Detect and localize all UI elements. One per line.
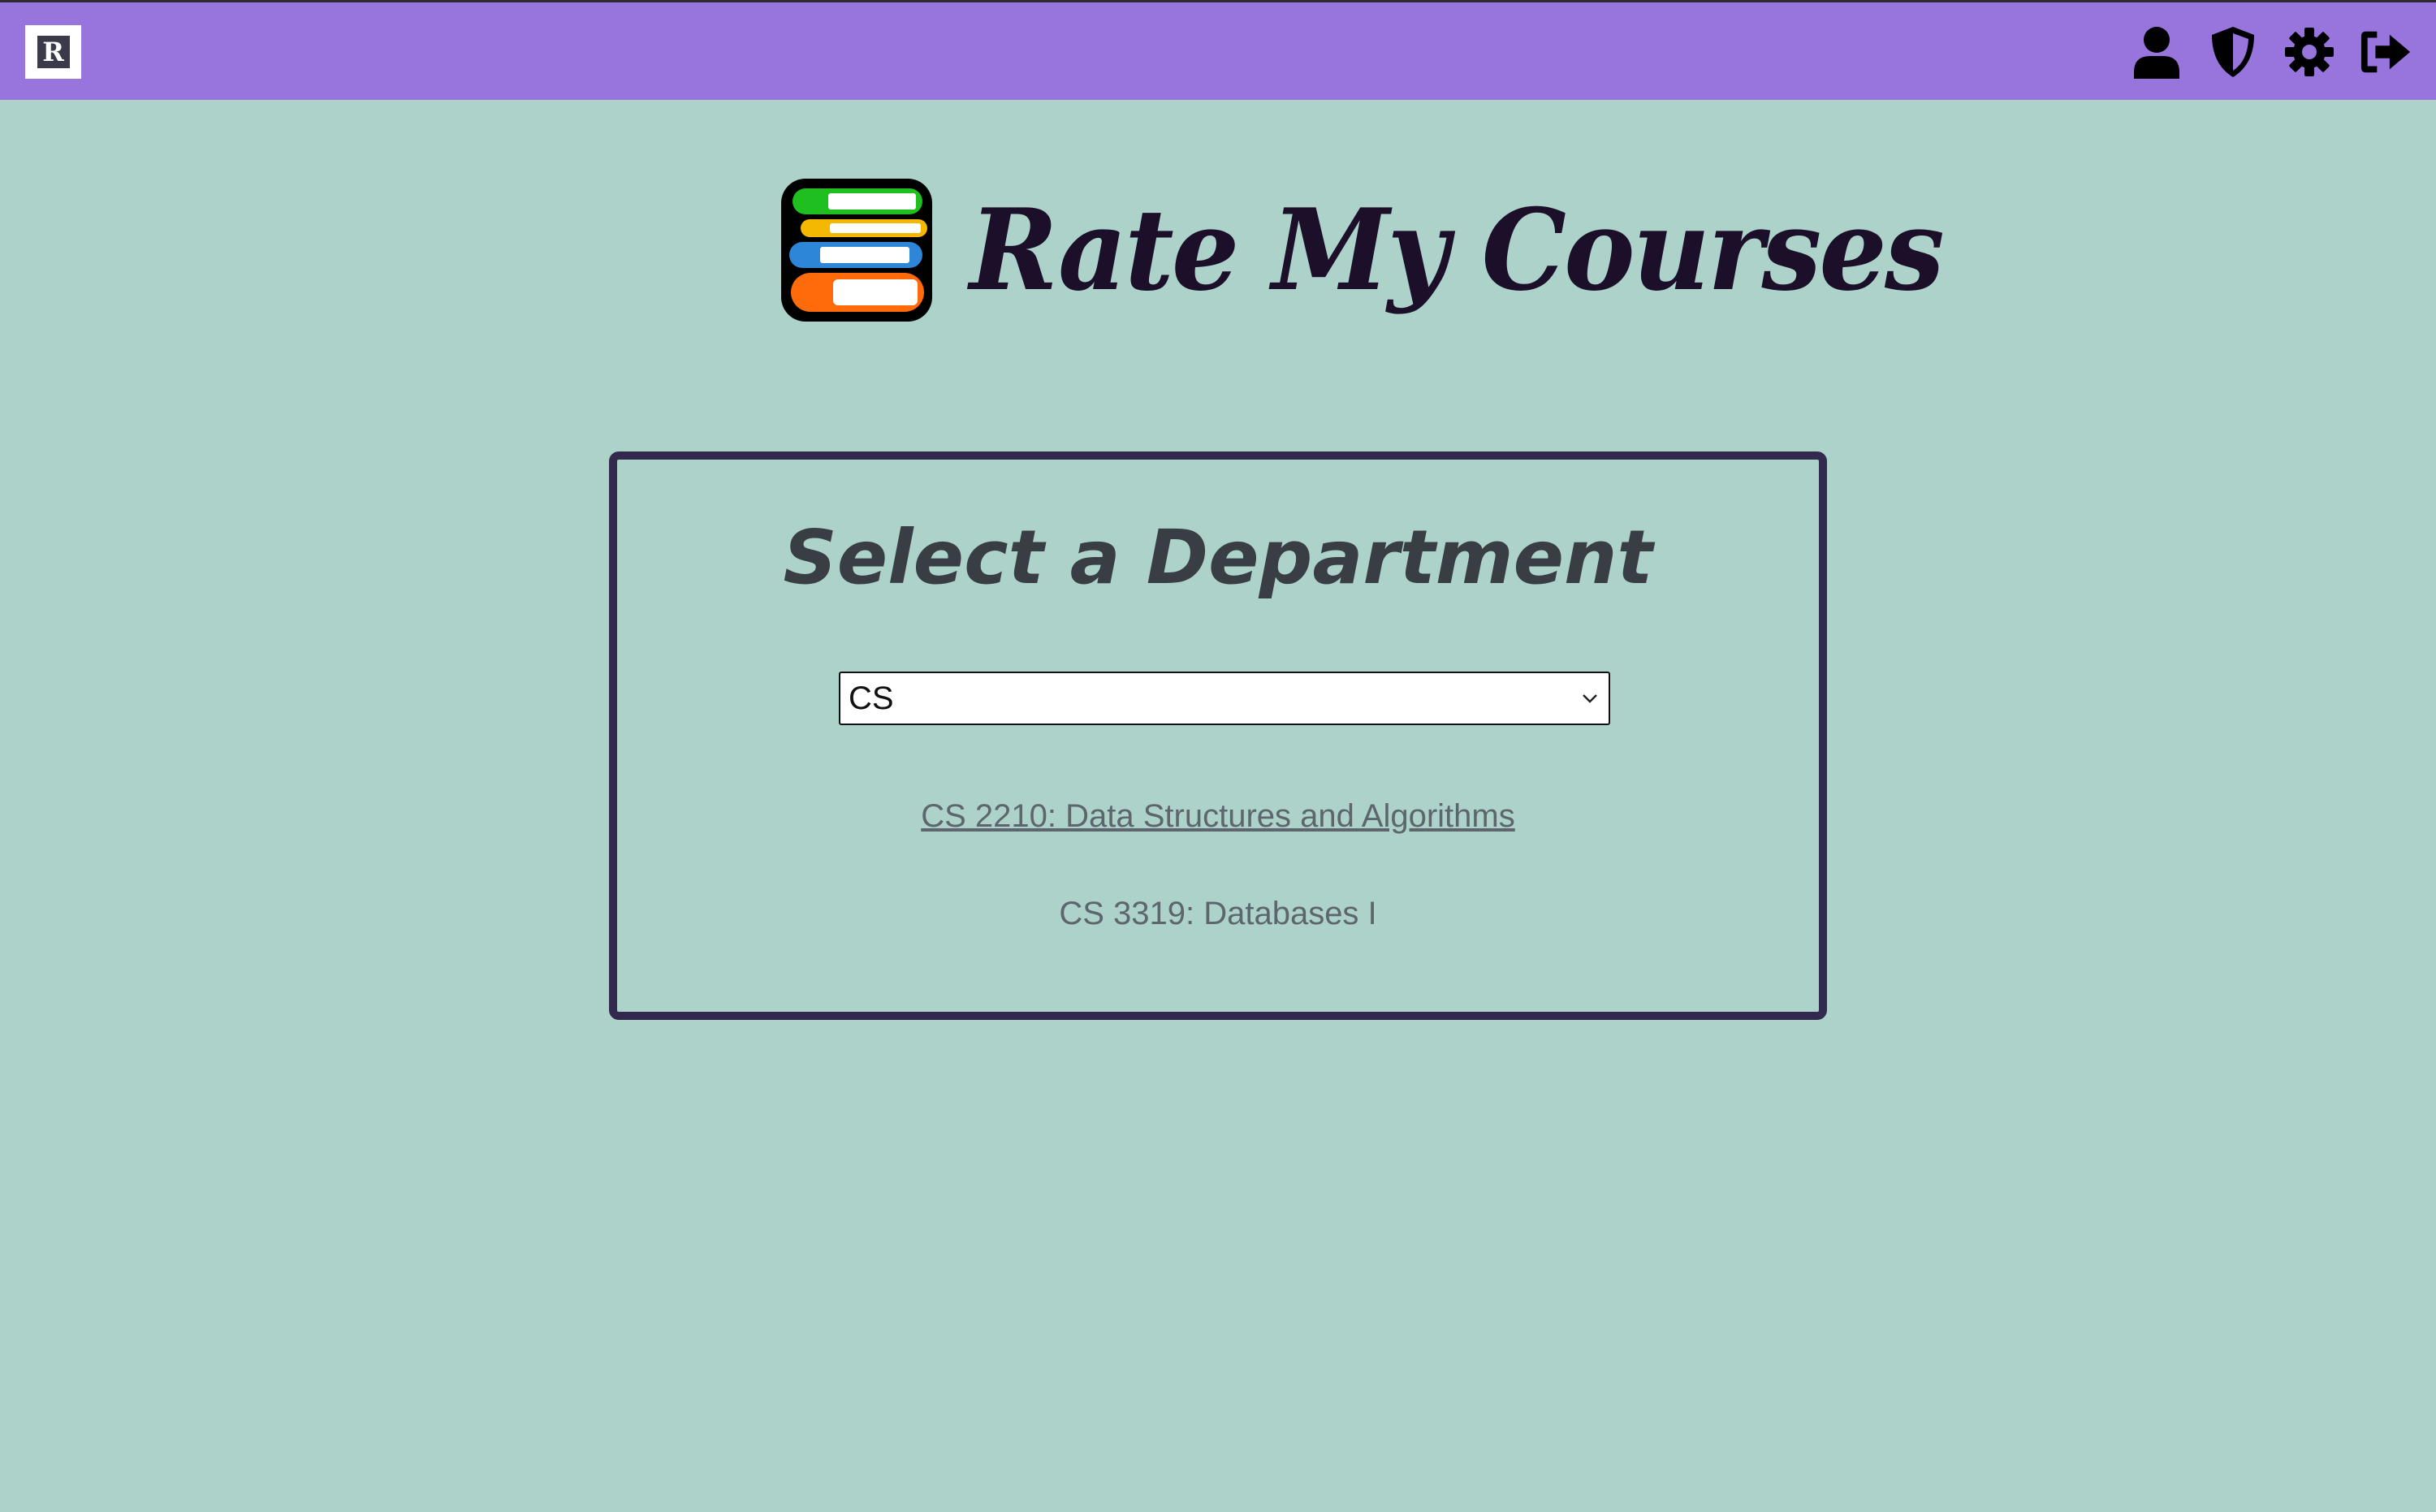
site-title: Rate My Courses (970, 184, 1945, 316)
top-navbar: R (0, 0, 2436, 100)
panel-title: Select a Department (783, 514, 1653, 601)
nav-icons (2131, 25, 2412, 79)
course-link[interactable]: CS 2210: Data Structures and Algorithms (617, 798, 1819, 835)
department-select[interactable]: CS (839, 672, 1610, 725)
books-stack-icon (781, 179, 932, 322)
department-select-value: CS (849, 680, 894, 716)
logo-letter: R (37, 36, 70, 68)
department-panel: Select a Department CS CS 2210: Data Str… (609, 451, 1827, 1020)
hero-header: Rate My Courses (780, 177, 1993, 323)
gear-icon[interactable] (2283, 26, 2335, 78)
user-icon[interactable] (2131, 26, 2183, 79)
shield-icon[interactable] (2207, 26, 2259, 78)
chevron-down-icon (1578, 686, 1602, 711)
course-link[interactable]: CS 3319: Databases I (617, 896, 1819, 932)
site-logo[interactable]: R (25, 25, 81, 79)
logout-icon[interactable] (2360, 26, 2412, 78)
